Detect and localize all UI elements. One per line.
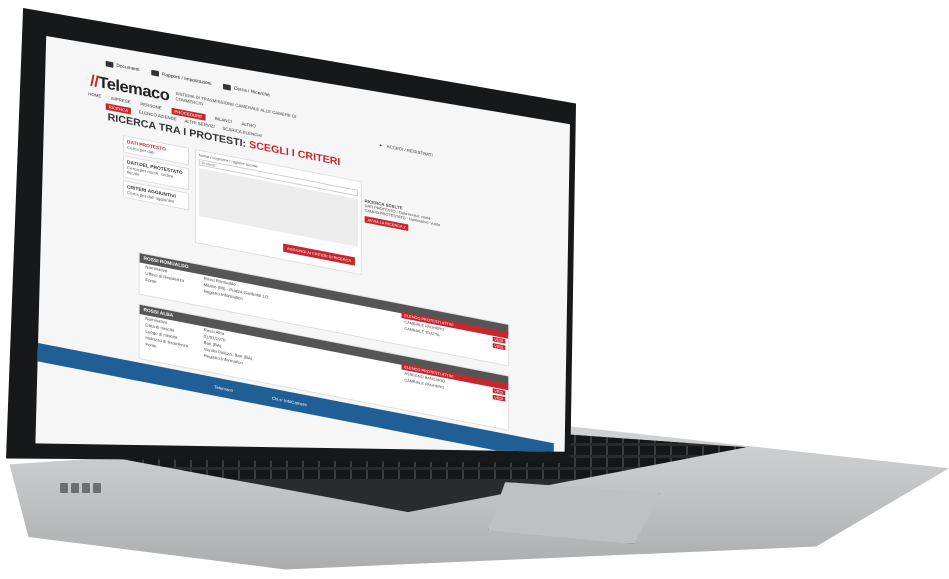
nav-home[interactable]: HOME — [88, 91, 101, 100]
selected-criteria: RICERCA SCELTE DATI PROTESTO - Data leva… — [364, 199, 470, 243]
add-criteria-button[interactable]: AGGIUNGI AI CRITERI DI RICERCA — [283, 243, 355, 266]
search-icon — [223, 83, 231, 91]
footer-link[interactable]: Chi e' InfoCamere — [272, 395, 307, 406]
search-panel: Nome / cognome / ragione sociale Protest… — [194, 149, 362, 276]
users-icon — [151, 69, 159, 77]
laptop: Documenti Rapporti / Impostazioni Cerca … — [0, 0, 949, 579]
toolbar-search[interactable]: Cerca / Ricerche — [223, 83, 270, 98]
footer-brand[interactable]: Telemaco — [214, 384, 233, 392]
folder-icon — [105, 60, 114, 68]
lock-icon: ● — [379, 142, 382, 148]
user-menu[interactable]: ● ACCEDI / REGISTRATI — [379, 143, 432, 158]
count-badge: 2 — [403, 224, 406, 230]
side-ports — [60, 480, 120, 494]
criteria-sidebar: DATI PROTESTO Cerca per dati DATI DEL PR… — [123, 135, 190, 213]
toolbar-documents[interactable]: Documenti — [105, 60, 140, 73]
